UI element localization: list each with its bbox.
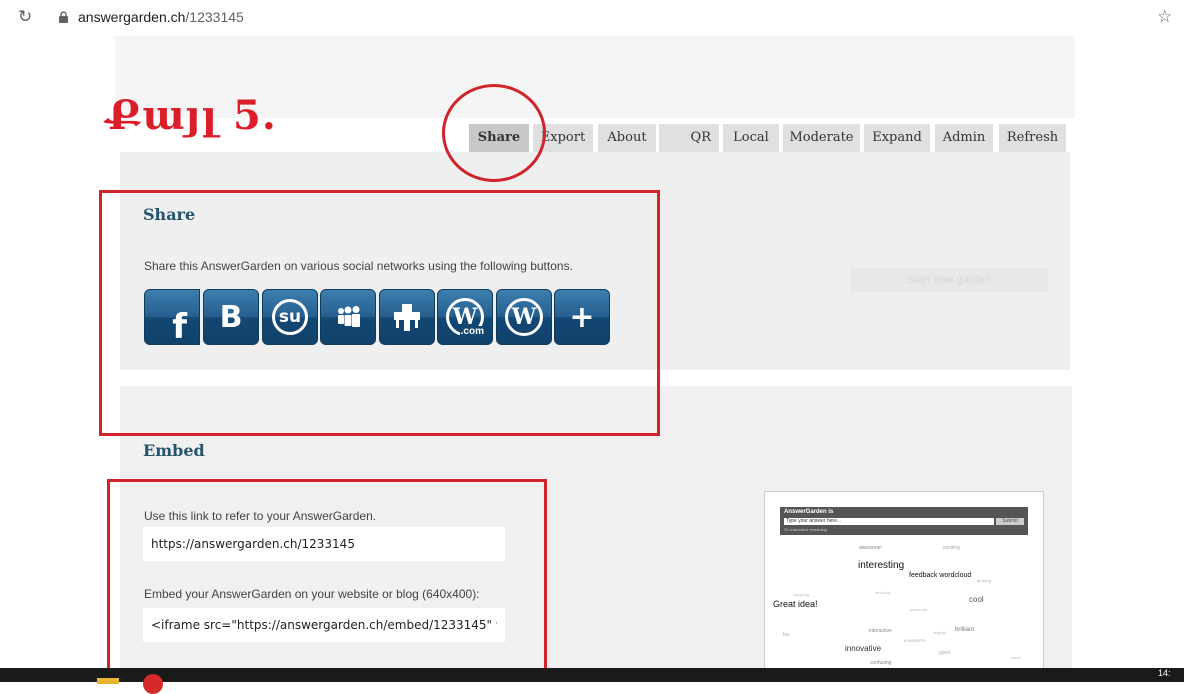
- preview-word: innovative: [845, 644, 882, 653]
- faint-button[interactable]: Start new garden: [850, 268, 1048, 292]
- preview-word: fun: [783, 632, 790, 638]
- preview-input: Type your answer here...: [784, 518, 994, 525]
- preview-word: growing: [977, 578, 992, 583]
- preview-header: AnswerGarden is Type your answer here...…: [780, 507, 1028, 535]
- reload-icon[interactable]: ↻: [18, 7, 32, 27]
- tab-about[interactable]: About: [598, 124, 656, 152]
- star-icon[interactable]: ☆: [1157, 7, 1172, 27]
- step-title: Քայլ 5.: [106, 92, 277, 139]
- preview-word: interesting: [858, 560, 905, 571]
- tab-refresh[interactable]: Refresh: [999, 124, 1066, 152]
- preview-word: confusing: [870, 660, 892, 666]
- preview-counter: 20 characters remaining: [784, 527, 827, 532]
- lock-icon: [59, 11, 68, 23]
- preview-word: Great idea!: [773, 599, 818, 609]
- preview-word: what?: [1011, 655, 1022, 660]
- preview-word: cool: [969, 595, 984, 604]
- annotation-box-share: [99, 190, 660, 436]
- preview-word: intriguing: [793, 592, 810, 597]
- preview-word: original: [933, 630, 946, 635]
- preview-submit: Submit: [996, 518, 1024, 525]
- url-path: /1233145: [185, 9, 244, 25]
- preview-word: awesome: [910, 607, 928, 612]
- url-domain: answergarden.ch: [78, 9, 186, 25]
- preview-word: brilliant: [955, 627, 975, 633]
- embed-heading: Embed: [143, 441, 205, 460]
- browser-app-icon[interactable]: [143, 674, 163, 694]
- preview-word: amazing: [875, 590, 891, 595]
- taskbar-clock: 14:: [1158, 668, 1171, 678]
- tab-qr[interactable]: QR: [659, 124, 719, 152]
- folder-icon[interactable]: [97, 678, 119, 684]
- annotation-box-embed: [107, 479, 547, 672]
- tab-local[interactable]: Local: [723, 124, 779, 152]
- tab-expand[interactable]: Expand: [864, 124, 930, 152]
- embed-preview: AnswerGarden is Type your answer here...…: [764, 491, 1044, 669]
- preview-title: AnswerGarden is: [784, 509, 834, 515]
- tab-moderate[interactable]: Moderate: [783, 124, 860, 152]
- tab-admin[interactable]: Admin: [935, 124, 993, 152]
- preview-word: good: [939, 650, 951, 656]
- preview-word: A WEBSITE: [904, 638, 926, 643]
- url-field[interactable]: answergarden.ch/1233145: [78, 9, 244, 25]
- preview-word: awesome!: [859, 545, 882, 551]
- preview-word: exciting: [943, 545, 960, 551]
- preview-word: feedback wordcloud: [909, 572, 972, 579]
- annotation-circle: [442, 84, 546, 182]
- taskbar: [0, 668, 1184, 682]
- preview-word: interactive: [869, 628, 892, 634]
